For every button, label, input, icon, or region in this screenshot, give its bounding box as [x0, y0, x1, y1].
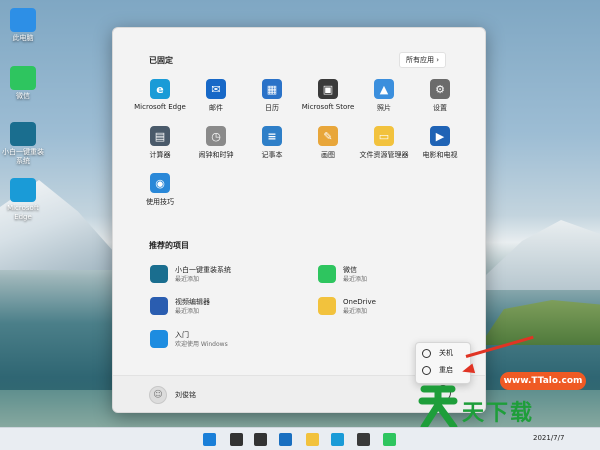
pinned-app[interactable]: ◉ 使用技巧 — [129, 173, 191, 207]
recommended-item-subtitle: 最近添加 — [343, 308, 368, 315]
pinned-app-label: 画图 — [321, 151, 335, 159]
recommended-item-subtitle: 最近添加 — [175, 308, 200, 315]
recommended-item-title: 小白一键重装系统 — [175, 266, 231, 274]
pinned-app-label: 记事本 — [261, 151, 283, 159]
folder-icon: ▭ — [374, 126, 394, 146]
notepad-icon: ≡ — [262, 126, 282, 146]
photos-icon: ▲ — [374, 79, 394, 99]
task-view-icon[interactable] — [254, 433, 267, 446]
recommended-item[interactable]: 视频编辑器 最近添加 — [150, 297, 210, 316]
pinned-title: 已固定 — [149, 56, 173, 65]
pinned-app[interactable]: ▭ 文件资源管理器 — [353, 126, 415, 160]
shutdown-label: 关机 — [439, 349, 453, 357]
taskbar-date: 2021/7/7 — [533, 434, 565, 442]
desktop-wallpaper-island — [480, 300, 600, 345]
recommended-item[interactable]: 小白一键重装系统 最近添加 — [150, 265, 231, 284]
pinned-app[interactable]: ◷ 闹钟和时钟 — [185, 126, 247, 160]
desktop-icon-label: 微信 — [16, 92, 30, 100]
pinned-app-label: 电影和电视 — [422, 151, 458, 159]
desktop-icon[interactable]: Microsoft Edge — [0, 178, 46, 222]
pinned-app-label: 邮件 — [209, 104, 223, 112]
desktop-icon-label: 此电脑 — [12, 34, 34, 42]
pinned-app[interactable]: ⚙ 设置 — [409, 79, 471, 113]
store-icon: ▣ — [318, 79, 338, 99]
user-account[interactable]: ☺ 刘俊铭 — [149, 386, 196, 404]
pinned-app[interactable]: ▶ 电影和电视 — [409, 126, 471, 160]
calculator-icon: ▤ — [150, 126, 170, 146]
paint-icon: ✎ — [318, 126, 338, 146]
wechat-icon — [318, 265, 336, 283]
video-editor-icon — [150, 297, 168, 315]
pinned-app-label: 文件资源管理器 — [359, 151, 409, 159]
restart-label: 重启 — [439, 366, 453, 374]
wechat-icon — [10, 66, 36, 90]
taskbar: 2021/7/7 — [0, 427, 600, 450]
edge-icon[interactable] — [331, 433, 344, 446]
desktop-wallpaper-mountain — [470, 220, 600, 290]
desktop-icon-label: Microsoft Edge — [7, 204, 39, 221]
pinned-app[interactable]: ▤ 计算器 — [129, 126, 191, 160]
recommended-item-subtitle: 最近添加 — [343, 276, 368, 283]
restart-icon — [422, 365, 431, 375]
mail-icon: ✉ — [206, 79, 226, 99]
pinned-app[interactable]: ▣ Microsoft Store — [297, 79, 359, 111]
movies-icon: ▶ — [430, 126, 450, 146]
this-pc-icon — [10, 8, 36, 32]
shutdown-icon — [422, 348, 431, 358]
xiaobai-icon — [10, 122, 36, 146]
avatar: ☺ — [149, 386, 167, 404]
power-flyout: 关机 重启 — [415, 342, 471, 384]
wechat-icon[interactable] — [383, 433, 396, 446]
xiaobai-icon — [150, 265, 168, 283]
recommended-item[interactable]: OneDrive 最近添加 — [318, 297, 376, 316]
pinned-app[interactable]: ✎ 画图 — [297, 126, 359, 160]
file-explorer-icon[interactable] — [306, 433, 319, 446]
windows-start-icon[interactable] — [203, 433, 216, 446]
desktop-icon[interactable]: 微信 — [0, 66, 46, 101]
desktop-icon[interactable]: 小白一键重装系统 — [0, 122, 46, 166]
pinned-app-label: 日历 — [265, 104, 279, 112]
settings-icon: ⚙ — [430, 79, 450, 99]
recommended-item-title: OneDrive — [343, 298, 376, 306]
pinned-app[interactable]: ≡ 记事本 — [241, 126, 303, 160]
widgets-icon[interactable] — [279, 433, 292, 446]
recommended-item[interactable]: 微信 最近添加 — [318, 265, 367, 284]
recommended-item-title: 视频编辑器 — [175, 298, 210, 306]
restart-item[interactable]: 重启 — [422, 365, 453, 375]
edge-icon: e — [150, 79, 170, 99]
recommended-item-title: 入门 — [175, 331, 189, 339]
desktop-icon-label: 小白一键重装系统 — [2, 148, 44, 165]
shutdown-item[interactable]: 关机 — [422, 348, 453, 358]
recommended-item-title: 微信 — [343, 266, 357, 274]
user-name: 刘俊铭 — [175, 391, 196, 399]
pinned-app-label: Microsoft Store — [301, 103, 355, 111]
pinned-app-label: 设置 — [433, 104, 447, 112]
search-icon[interactable] — [230, 433, 243, 446]
tips-icon: ◉ — [150, 173, 170, 193]
pinned-app-label: 照片 — [377, 104, 391, 112]
store-icon[interactable] — [357, 433, 370, 446]
pinned-app[interactable]: ✉ 邮件 — [185, 79, 247, 113]
clock-icon: ◷ — [206, 126, 226, 146]
watermark-brand: 天下载 — [462, 401, 535, 426]
recommended-item-subtitle: 最近添加 — [175, 276, 200, 283]
pinned-app-label: Microsoft Edge — [134, 103, 186, 111]
pinned-app[interactable]: ▲ 照片 — [353, 79, 415, 113]
pinned-app-label: 闹钟和时钟 — [198, 151, 234, 159]
calendar-icon: ▦ — [262, 79, 282, 99]
pinned-app[interactable]: ▦ 日历 — [241, 79, 303, 113]
pinned-app-label: 计算器 — [149, 151, 171, 159]
recommended-title: 推荐的项目 — [149, 241, 189, 250]
pinned-app-label: 使用技巧 — [146, 198, 174, 206]
recommended-item-subtitle: 欢迎使用 Windows — [175, 341, 228, 348]
all-apps-button[interactable]: 所有应用 › — [399, 52, 447, 68]
recommended-item[interactable]: 入门欢迎使用 Windows — [150, 330, 228, 349]
onedrive-icon — [318, 297, 336, 315]
watermark-url: www.TTalo.com — [500, 372, 586, 390]
watermark-logo-icon — [418, 385, 458, 431]
edge-icon — [10, 178, 36, 202]
desktop-icon[interactable]: 此电脑 — [0, 8, 46, 43]
get-started-icon — [150, 330, 168, 348]
pinned-app[interactable]: e Microsoft Edge — [129, 79, 191, 111]
